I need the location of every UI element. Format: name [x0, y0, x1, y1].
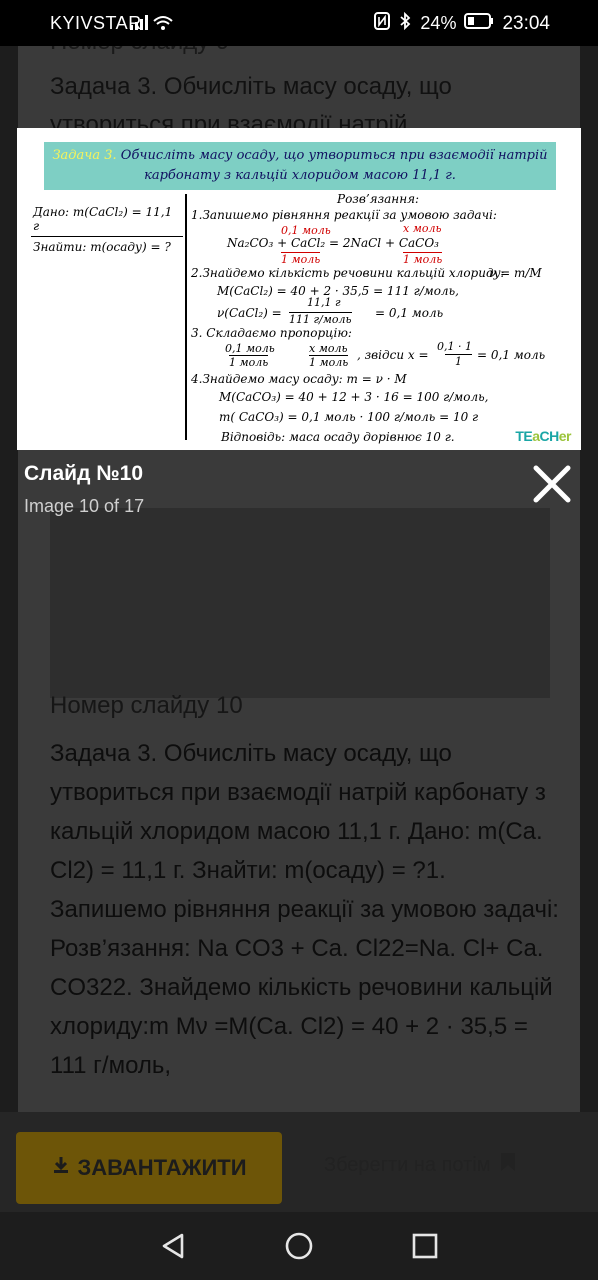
recents-icon	[412, 1233, 438, 1259]
proportion-c-num: 0,1 · 1	[437, 340, 472, 353]
battery-icon	[464, 13, 494, 34]
answer-text: Відповідь: маса осаду дорівнює 10 г.	[221, 430, 455, 444]
slide-image[interactable]: Задача 3. Обчисліть масу осаду, що утвор…	[17, 128, 581, 450]
nu-cacl2-label: ν(CaCl₂) =	[217, 306, 282, 320]
signal-wifi-icon	[130, 13, 176, 36]
nfc-icon	[374, 12, 391, 35]
proportion-c-den: 1	[445, 354, 472, 368]
mol-bottom-left: 1 моль	[281, 252, 321, 266]
download-icon	[51, 1155, 71, 1181]
step-2: 2.Знайдемо кількість речовини кальцій хл…	[191, 266, 505, 280]
close-icon	[533, 465, 571, 503]
slide-number-label: Номер слайду 9	[50, 46, 229, 56]
step-4: 4.Знайдемо масу осаду: m = ν · M	[191, 372, 407, 386]
carrier-name: KYIVSTAR	[50, 13, 142, 33]
mol-top-right: x моль	[403, 222, 442, 235]
bookmark-icon	[500, 1152, 516, 1178]
mass-caco3: m( CaCO₃) = 0,1 моль · 100 г/моль = 10 г	[219, 410, 479, 424]
status-bar: KYIVSTAR 24% 23:04	[0, 0, 598, 46]
solution-title: Розв’язання:	[337, 192, 420, 206]
save-for-later-button[interactable]: Зберегти на потім	[324, 1152, 516, 1178]
reaction-equation: Na₂CO₃ + CaCl₂ = 2NaCl + CaCO₃	[227, 236, 439, 250]
slide-thumbnail[interactable]	[50, 508, 550, 698]
download-button[interactable]: ЗАВАНТАЖИТИ	[16, 1132, 282, 1204]
home-icon	[285, 1232, 313, 1260]
mol-bottom-right: 1 моль	[403, 252, 443, 266]
proportion-from: , звідси x =	[357, 348, 429, 362]
download-label: ЗАВАНТАЖИТИ	[77, 1155, 247, 1180]
nu-denominator: 111 г/моль	[289, 312, 352, 326]
proportion-result: = 0,1 моль	[477, 348, 546, 362]
teacher-logo: TEaCHer	[515, 428, 571, 444]
back-icon	[162, 1233, 184, 1259]
battery-percent: 24%	[420, 13, 457, 33]
task-text: Обчисліть масу осаду, що утвориться при …	[116, 148, 548, 183]
slide-number-label: Номер слайду 10	[50, 692, 243, 719]
slide-description: Задача 3. Обчисліть масу осаду, що утвор…	[50, 740, 559, 1079]
step-1: 1.Запишемо рівняння реакції за умовою за…	[191, 208, 497, 222]
bluetooth-icon	[398, 11, 412, 35]
home-button[interactable]	[279, 1226, 319, 1266]
clock: 23:04	[502, 12, 550, 34]
step-3: 3. Складаємо пропорцію:	[191, 326, 352, 340]
divider	[185, 194, 187, 440]
close-button[interactable]	[528, 460, 576, 508]
proportion-b-num: x моль	[309, 342, 348, 355]
given-text: Дано: m(CaCl₂) = 11,1 г	[33, 205, 173, 233]
molar-mass-caco3: M(CaCO₃) = 40 + 12 + 3 · 16 = 100 г/моль…	[219, 390, 489, 404]
save-later-label: Зберегти на потім	[324, 1153, 491, 1176]
back-button[interactable]	[153, 1226, 193, 1266]
viewer-title: Слайд №10	[24, 462, 144, 485]
slide-header: Задача 3. Обчисліть масу осаду, що утвор…	[44, 142, 556, 190]
formula-nu: ν = m/M	[489, 266, 542, 280]
nu-result: = 0,1 моль	[375, 306, 444, 320]
nu-numerator: 11,1 г	[307, 296, 341, 309]
image-counter: Image 10 of 17	[24, 496, 145, 516]
find-text: Знайти: m(осаду) = ?	[31, 236, 183, 257]
proportion-b-den: 1 моль	[309, 355, 349, 369]
recents-button[interactable]	[405, 1226, 445, 1266]
given-block: Дано: m(CaCl₂) = 11,1 г Знайти: m(осаду)…	[31, 202, 183, 257]
proportion-a-den: 1 моль	[229, 355, 269, 369]
system-nav-bar	[0, 1212, 598, 1280]
viewer-caption: Слайд №10 Image 10 of 17	[24, 462, 144, 517]
task-label: Задача 3.	[52, 148, 117, 163]
proportion-a-num: 0,1 моль	[225, 342, 275, 355]
action-bar: ЗАВАНТАЖИТИ Зберегти на потім	[0, 1112, 598, 1212]
